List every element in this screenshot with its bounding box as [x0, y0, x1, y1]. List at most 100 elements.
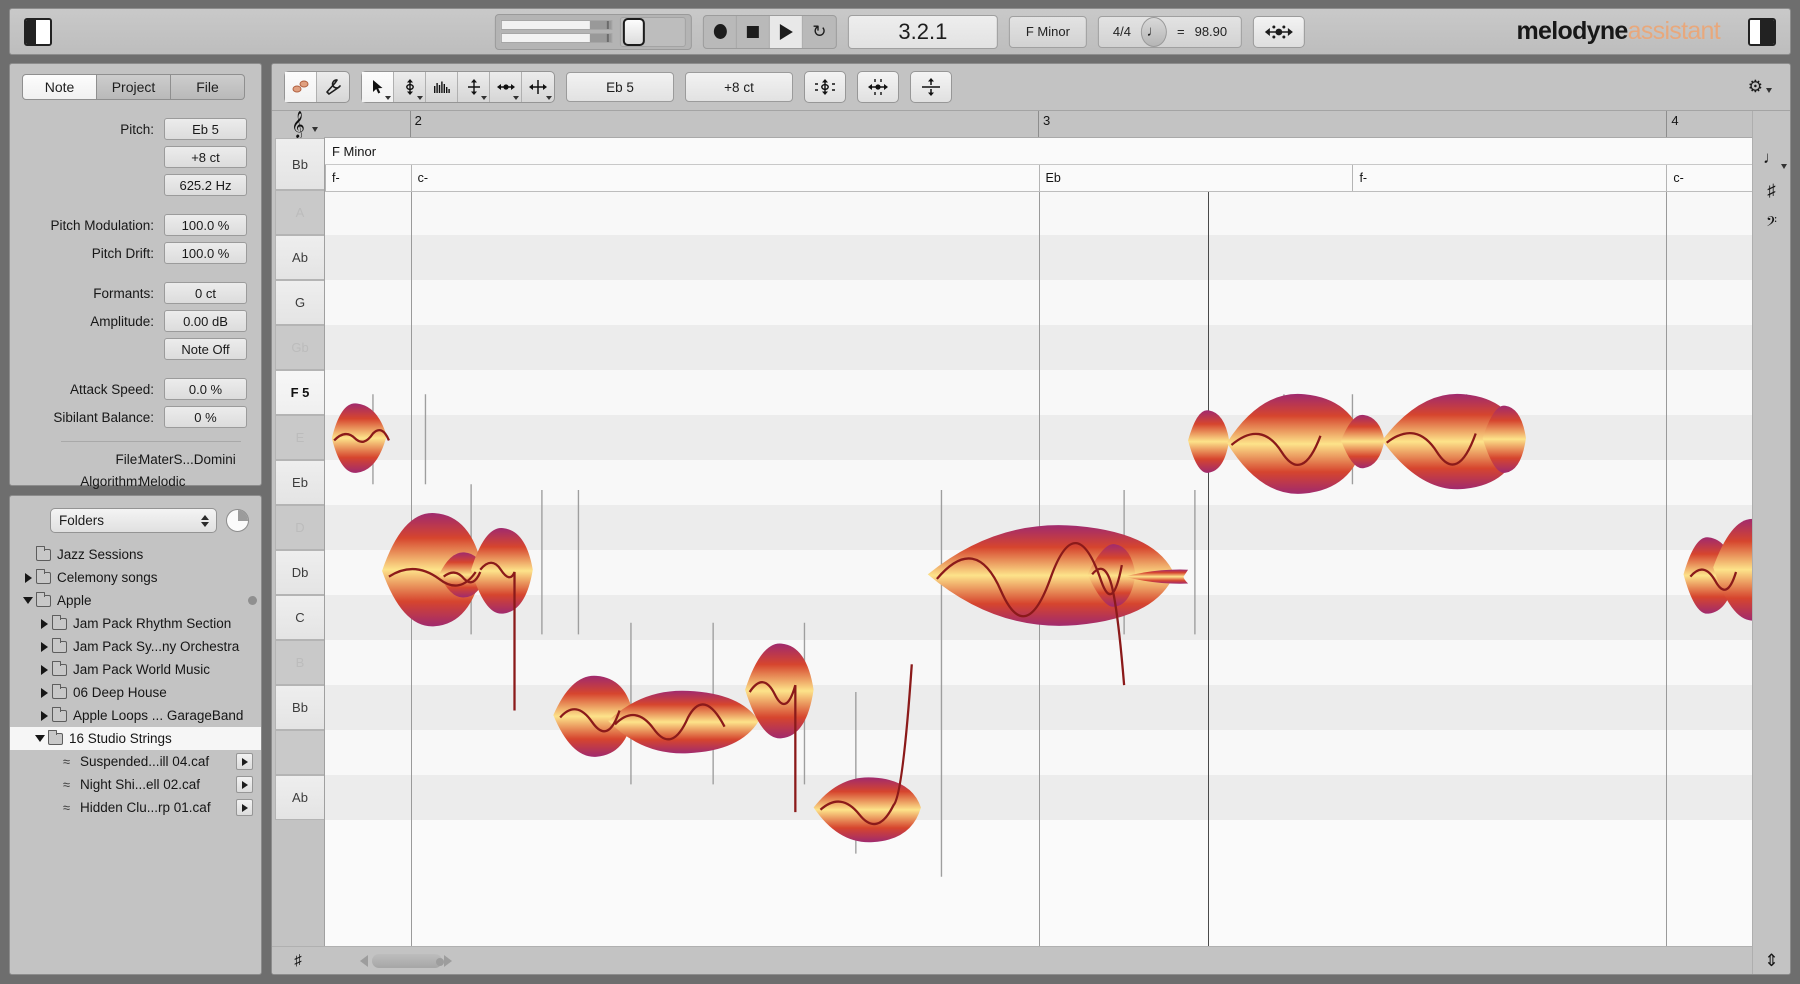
position-readout[interactable]: 3.2.1 [847, 14, 998, 49]
list-item[interactable]: Apple Loops ... GarageBand [10, 704, 261, 727]
twisty-open-icon[interactable] [20, 597, 36, 604]
list-item[interactable]: ≈ Hidden Clu...rp 01.caf [10, 796, 261, 819]
inspector-panel: Note Project File Pitch: Eb 5 +8 ct 625.… [9, 63, 262, 489]
chevron-down-icon[interactable] [513, 96, 519, 100]
audio-waveform-icon: ≈ [62, 754, 71, 769]
timing-tool-icon[interactable] [490, 72, 522, 102]
preview-play-button[interactable] [236, 799, 253, 816]
tab-note[interactable]: Note [22, 74, 97, 100]
zoom-handle-icon[interactable] [436, 957, 444, 966]
clef-icon[interactable]: 𝄢 [1759, 211, 1785, 237]
attack-speed-field[interactable]: 0.0 % [164, 378, 247, 400]
formants-field[interactable]: 0 ct [164, 282, 247, 304]
note-alignment-button[interactable] [1253, 15, 1306, 48]
hscroll-thumb[interactable] [372, 953, 442, 968]
play-button[interactable] [769, 15, 803, 48]
scroll-right-icon[interactable] [444, 954, 452, 967]
right-panel-toggle-button[interactable] [1748, 17, 1776, 46]
level-meter-left [500, 20, 613, 30]
pitch-hz-row: 625.2 Hz [19, 174, 247, 196]
pitch-macro-icon [815, 79, 835, 95]
list-item[interactable]: Apple [10, 589, 261, 612]
pitch-hz-field[interactable]: 625.2 Hz [164, 174, 247, 196]
treble-clef-icon: 𝄞 [291, 111, 305, 137]
volume-slider[interactable] [619, 16, 686, 47]
timing-leftright-icon [496, 84, 515, 90]
tree-scrollbar-thumb[interactable] [248, 596, 257, 605]
chevron-down-icon[interactable] [481, 96, 487, 100]
correct-pitch-tool-icon[interactable] [317, 72, 349, 102]
note-assignment-mode-icon[interactable] [285, 72, 317, 102]
timing-macro-button[interactable] [857, 71, 899, 103]
sharp-icon[interactable]: ♯ [1759, 178, 1785, 204]
preview-play-button[interactable] [236, 753, 253, 770]
folder-icon [51, 614, 67, 630]
list-item[interactable]: Jam Pack Rhythm Section [10, 612, 261, 635]
clef-selector[interactable]: 𝄞 [272, 111, 324, 138]
toolbar-cents-readout[interactable]: +8 ct [685, 72, 793, 102]
chevron-down-icon[interactable] [1780, 164, 1787, 169]
formant-tool-icon[interactable] [426, 72, 458, 102]
left-panel-toggle-button[interactable] [24, 17, 52, 46]
twisty-closed-icon[interactable] [36, 687, 52, 698]
hscroll-track[interactable] [324, 953, 1752, 968]
list-item[interactable]: Celemony songs [10, 566, 261, 589]
twisty-open-icon[interactable] [32, 735, 48, 742]
folder-tree[interactable]: Jazz Sessions Celemony songs Apple Jam P… [10, 543, 261, 974]
note-value-knob-icon[interactable]: ♩ [1141, 16, 1167, 47]
sibilant-balance-field[interactable]: 0 % [164, 406, 247, 428]
pitch-drift-field[interactable]: 100.0 % [164, 242, 247, 264]
list-item[interactable]: ≈ Night Shi...ell 02.caf [10, 773, 261, 796]
twisty-closed-icon[interactable] [36, 710, 52, 721]
list-item[interactable]: Jam Pack Sy...ny Orchestra [10, 635, 261, 658]
scroll-left-icon[interactable] [360, 954, 368, 967]
chevron-down-icon[interactable] [417, 96, 423, 100]
list-item[interactable]: 06 Deep House [10, 681, 261, 704]
preview-play-button[interactable] [236, 776, 253, 793]
ruler-bars[interactable]: 2 3 4 [324, 111, 1752, 138]
vertical-zoom-icon[interactable]: ⇕ [1759, 948, 1785, 974]
twisty-closed-icon[interactable] [20, 572, 36, 583]
list-item[interactable]: Jam Pack World Music [10, 658, 261, 681]
main-tool-icon[interactable] [362, 72, 394, 102]
pitch-value-field[interactable]: Eb 5 [164, 118, 247, 140]
list-item[interactable]: Jazz Sessions [10, 543, 261, 566]
chevron-down-icon[interactable] [385, 96, 391, 100]
disk-usage-pie-icon[interactable] [226, 509, 249, 532]
record-button[interactable] [704, 15, 737, 48]
toolbar-pitch-readout[interactable]: Eb 5 [566, 72, 674, 102]
amplitude-tool-icon[interactable] [458, 72, 490, 102]
twisty-closed-icon[interactable] [36, 641, 52, 652]
key-signature-chip[interactable]: F Minor [1008, 15, 1087, 48]
melodyne-window: ↻ 3.2.1 F Minor 4/4 ♩ = 98.90 melodyneas… [0, 0, 1800, 984]
twisty-closed-icon[interactable] [36, 664, 52, 675]
pitch-tool-icon[interactable] [394, 72, 426, 102]
amplitude-field[interactable]: 0.00 dB [164, 310, 247, 332]
tempo-chip[interactable]: 4/4 ♩ = 98.90 [1097, 15, 1243, 48]
note-off-button[interactable]: Note Off [164, 338, 247, 360]
chevron-down-icon[interactable] [312, 127, 318, 132]
chevron-down-icon [1766, 88, 1772, 93]
editor-settings-button[interactable]: ⚙ [1748, 77, 1780, 97]
tab-project[interactable]: Project [97, 74, 171, 100]
chevron-down-icon[interactable] [546, 96, 552, 100]
list-item[interactable]: ≈ Suspended...ill 04.caf [10, 750, 261, 773]
note-separation-button[interactable] [910, 71, 952, 103]
horizontal-scrollbar[interactable]: ♯ [272, 946, 1752, 974]
time-handle-tool-icon[interactable] [522, 72, 554, 102]
loop-button[interactable]: ↻ [803, 16, 836, 48]
browser-mode-select[interactable]: Folders [50, 508, 217, 533]
volume-slider-handle[interactable] [622, 17, 645, 46]
piano-keyboard[interactable]: Bb A Ab G Gb F 5 E Eb D Db C B Bb Ab [272, 138, 324, 946]
tab-file[interactable]: File [171, 74, 245, 100]
tempo-value: 98.90 [1194, 24, 1228, 39]
key-signature-icon[interactable]: ♯ [272, 952, 324, 969]
pitch-cents-field[interactable]: +8 ct [164, 146, 247, 168]
pitch-macro-button[interactable] [804, 71, 846, 103]
note-value-icon[interactable]: ♩ [1759, 145, 1787, 171]
pitch-modulation-field[interactable]: 100.0 % [164, 214, 247, 236]
twisty-closed-icon[interactable] [36, 618, 52, 629]
stop-button[interactable] [737, 15, 770, 48]
list-item-selected[interactable]: 16 Studio Strings [10, 727, 261, 750]
note-canvas[interactable]: F Minor f- c- Eb f- c- [324, 138, 1752, 946]
